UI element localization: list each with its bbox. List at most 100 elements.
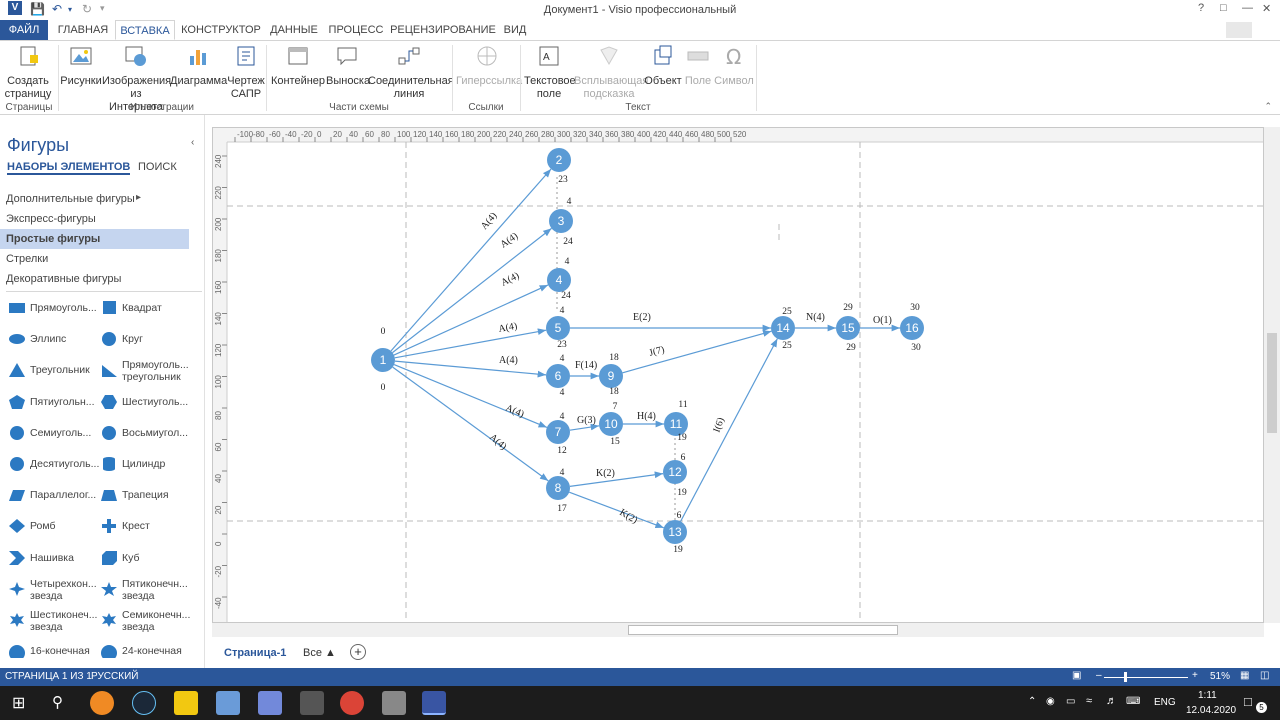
- shape-item[interactable]: Прямоуголь... треугольник: [94, 357, 192, 385]
- shape-item[interactable]: Нашивка: [2, 545, 100, 573]
- screentip-button[interactable]: Всплывающая подсказка: [574, 44, 648, 101]
- shape-item[interactable]: Пятиугольн...: [2, 389, 100, 417]
- zoom-in-icon[interactable]: +: [1192, 670, 1198, 681]
- node-14[interactable]: 14: [771, 316, 795, 340]
- tab-insert[interactable]: ВСТАВКА: [115, 20, 175, 40]
- edge-13-14[interactable]: [680, 338, 778, 522]
- node-2[interactable]: 2: [547, 148, 571, 172]
- edge-1-4[interactable]: [393, 284, 549, 356]
- zoom-slider[interactable]: [1104, 677, 1188, 678]
- node-13[interactable]: 13: [663, 520, 687, 544]
- shape-item[interactable]: Параллелог...: [2, 482, 100, 510]
- node-10[interactable]: 10: [599, 412, 623, 436]
- node-6[interactable]: 6: [546, 364, 570, 388]
- shape-item[interactable]: Прямоуголь...: [2, 295, 100, 323]
- node-3[interactable]: 3: [549, 209, 573, 233]
- edge-8-13[interactable]: [569, 491, 664, 529]
- horizontal-scrollbar[interactable]: [212, 623, 1264, 637]
- windows-start-icon[interactable]: ⊞: [12, 693, 25, 713]
- node-4[interactable]: 4: [547, 268, 571, 292]
- blender-icon[interactable]: [90, 691, 114, 715]
- discord-icon[interactable]: [258, 691, 282, 715]
- edge-7-10[interactable]: [569, 423, 600, 431]
- stencil-item[interactable]: Стрелки: [0, 249, 189, 269]
- shape-item[interactable]: Семиуголь...: [2, 420, 100, 448]
- tray-app-icon[interactable]: ◉: [1046, 696, 1055, 707]
- tab-file[interactable]: ФАЙЛ: [0, 20, 48, 40]
- edge-1-8[interactable]: [392, 366, 549, 482]
- zoom-level[interactable]: 51%: [1210, 671, 1230, 682]
- edge-9-14[interactable]: [622, 330, 772, 374]
- tab-home[interactable]: ГЛАВНАЯ: [52, 20, 114, 40]
- shape-item[interactable]: Пятиконечн... звезда: [94, 576, 192, 604]
- shape-item[interactable]: Четырехкон... звезда: [2, 576, 100, 604]
- input-language[interactable]: ENG: [1154, 697, 1176, 708]
- close-icon[interactable]: ✕: [1262, 2, 1271, 15]
- horizontal-scroll-thumb[interactable]: [628, 625, 898, 635]
- shape-item[interactable]: 16-конечная: [2, 638, 100, 666]
- textbox-button[interactable]: A Текстовое поле: [524, 44, 576, 101]
- tab-search[interactable]: ПОИСК: [138, 161, 177, 173]
- notifications-icon[interactable]: □: [1244, 694, 1252, 709]
- tab-design[interactable]: КОНСТРУКТОР: [178, 20, 264, 40]
- stencil-item[interactable]: Экспресс-фигуры: [0, 209, 189, 229]
- shape-item[interactable]: Треугольник: [2, 357, 100, 385]
- tab-stencils[interactable]: НАБОРЫ ЭЛЕМЕНТОВ: [7, 161, 131, 175]
- status-language[interactable]: РУССКИЙ: [91, 671, 138, 682]
- hyperlink-button[interactable]: Гиперссылка: [456, 44, 522, 88]
- keyboard-icon[interactable]: ⌨: [1126, 696, 1140, 707]
- shape-item[interactable]: Круг: [94, 326, 192, 354]
- shape-item[interactable]: Шестиконеч... звезда: [2, 607, 100, 635]
- shape-item[interactable]: Семиконечн... звезда: [94, 607, 192, 635]
- pictures-button[interactable]: Рисунки: [60, 44, 102, 88]
- shape-item[interactable]: Трапеция: [94, 482, 192, 510]
- vertical-scrollbar[interactable]: [1264, 127, 1280, 623]
- fit-page-icon[interactable]: ▣: [1072, 670, 1081, 681]
- shape-item[interactable]: 24-конечная: [94, 638, 192, 666]
- collapse-panel-icon[interactable]: ‹: [191, 137, 194, 148]
- shape-item[interactable]: Квадрат: [94, 295, 192, 323]
- chrome-icon[interactable]: [340, 691, 364, 715]
- connector-button[interactable]: Соединительная линия: [368, 44, 454, 101]
- steam-icon[interactable]: [132, 691, 156, 715]
- node-15[interactable]: 15: [836, 316, 860, 340]
- shape-item[interactable]: Куб: [94, 545, 192, 573]
- shape-item[interactable]: Шестиуголь...: [94, 389, 192, 417]
- new-page-button[interactable]: Создать страницу: [2, 44, 54, 101]
- stencil-item[interactable]: Декоративные фигуры: [0, 269, 189, 289]
- file-explorer-icon[interactable]: [174, 691, 198, 715]
- edge-8-12[interactable]: [569, 471, 664, 487]
- photos-icon[interactable]: [216, 691, 240, 715]
- app-icon[interactable]: [382, 691, 406, 715]
- chart-button[interactable]: Диаграмма: [170, 44, 227, 88]
- edge-1-2[interactable]: [390, 168, 552, 352]
- shape-item[interactable]: Десятиуголь...: [2, 451, 100, 479]
- add-page-icon[interactable]: +: [350, 644, 366, 660]
- volume-icon[interactable]: ♬: [1106, 695, 1117, 707]
- status-page[interactable]: СТРАНИЦА 1 ИЗ 1: [5, 671, 92, 682]
- clock-date[interactable]: 12.04.2020: [1186, 705, 1236, 716]
- symbol-button[interactable]: Ω Символ: [714, 44, 754, 88]
- tab-process[interactable]: ПРОЦЕСС: [326, 20, 386, 40]
- tab-data[interactable]: ДАННЫЕ: [266, 20, 322, 40]
- all-pages-tab[interactable]: Все ▲: [303, 647, 336, 659]
- node-16[interactable]: 16: [900, 316, 924, 340]
- battery-icon[interactable]: ▭: [1066, 696, 1075, 707]
- node-7[interactable]: 7: [546, 420, 570, 444]
- page-tab-1[interactable]: Страница-1: [224, 647, 286, 659]
- tab-view[interactable]: ВИД: [500, 20, 530, 40]
- visio-taskbar-icon[interactable]: [422, 691, 446, 715]
- edge-1-7[interactable]: [393, 364, 548, 428]
- user-avatar[interactable]: [1226, 22, 1252, 38]
- stencil-item[interactable]: Простые фигуры: [0, 229, 189, 249]
- object-button[interactable]: Объект: [644, 44, 682, 88]
- node-12[interactable]: 12: [663, 460, 687, 484]
- field-button[interactable]: Поле: [682, 44, 714, 88]
- collapse-ribbon-icon[interactable]: ⌃: [1264, 101, 1272, 112]
- callout-button[interactable]: Выноска: [326, 44, 370, 88]
- container-button[interactable]: Контейнер: [270, 44, 326, 88]
- unreal-engine-icon[interactable]: [300, 691, 324, 715]
- vertical-scroll-thumb[interactable]: [1267, 333, 1277, 433]
- switch-windows-icon[interactable]: ◫: [1260, 670, 1269, 681]
- shape-item[interactable]: Эллипс: [2, 326, 100, 354]
